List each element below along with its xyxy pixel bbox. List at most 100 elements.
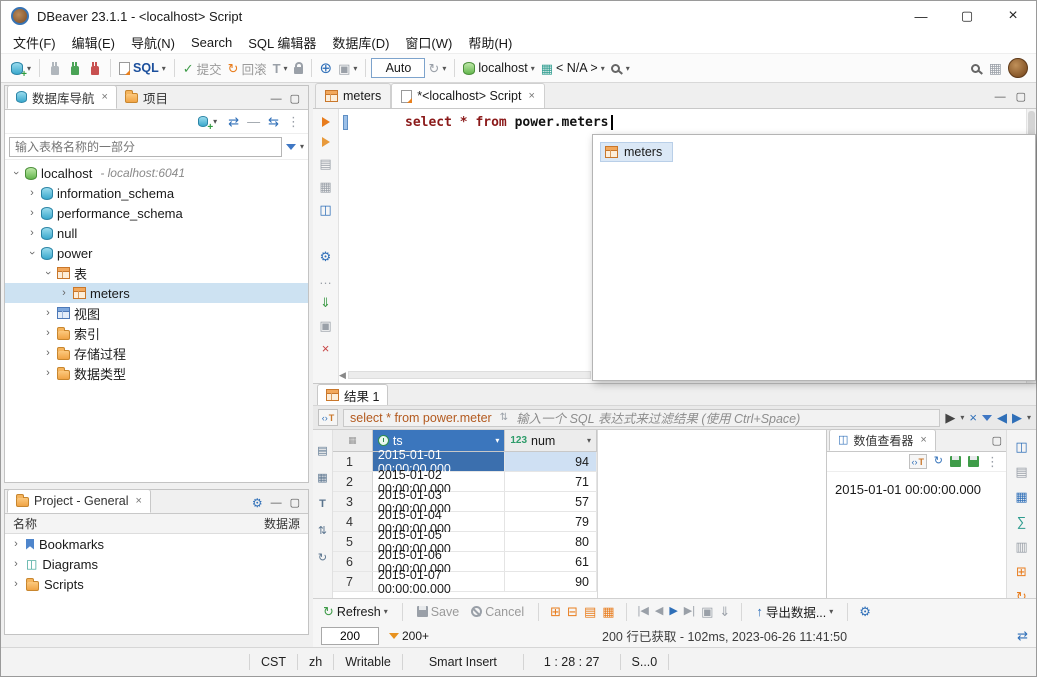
chevron-collapsed-icon[interactable]: ›: [27, 207, 37, 219]
tab-project-general[interactable]: Project - General ×: [7, 489, 151, 513]
chevron-collapsed-icon[interactable]: ›: [27, 227, 37, 239]
chevron-collapsed-icon[interactable]: ›: [27, 187, 37, 199]
chevron-collapsed-icon[interactable]: ›: [43, 327, 53, 339]
cell-num[interactable]: 71: [505, 472, 597, 491]
clear-filter-icon[interactable]: ×: [969, 411, 977, 424]
menu-file[interactable]: 文件(F): [5, 33, 64, 52]
tab-meters[interactable]: meters: [315, 83, 391, 108]
transaction-mode-button[interactable]: T ▾: [270, 60, 291, 77]
cell-ts[interactable]: 2015-01-07 00:00:00.000: [373, 572, 505, 591]
panel-maximize-icon[interactable]: ▢: [290, 92, 300, 105]
row-number[interactable]: 5: [333, 532, 373, 551]
execute-statement-icon[interactable]: [322, 117, 330, 127]
dropdown-icon[interactable]: ▾: [531, 64, 535, 73]
results-filter-input[interactable]: select * from power.meter ⇅ 输入一个 SQL 表达式…: [343, 409, 940, 427]
table-filter-input[interactable]: [9, 137, 282, 157]
commit-mode-combo[interactable]: Auto: [371, 58, 425, 78]
row-number[interactable]: 6: [333, 552, 373, 571]
menu-sql-editor[interactable]: SQL 编辑器: [240, 33, 324, 52]
task-indicator[interactable]: S...0: [621, 655, 669, 669]
cancel-button[interactable]: Cancel: [468, 603, 527, 621]
fetch-all-icon[interactable]: ⇓: [719, 605, 730, 618]
row-number[interactable]: 7: [333, 572, 373, 591]
tree-item-procedures-folder[interactable]: › 存储过程: [5, 343, 308, 363]
nav-view-menu-icon[interactable]: ⋮: [287, 115, 300, 128]
dropdown-icon[interactable]: ▾: [1027, 413, 1031, 422]
autocomplete-item-meters[interactable]: meters: [600, 142, 673, 162]
cell-num[interactable]: 90: [505, 572, 597, 591]
dropdown-icon[interactable]: ▾: [300, 142, 304, 151]
menu-database[interactable]: 数据库(D): [324, 33, 397, 52]
chevron-collapsed-icon[interactable]: ›: [43, 307, 53, 319]
cell-num[interactable]: 80: [505, 532, 597, 551]
column-datasource-header[interactable]: 数据源: [264, 515, 300, 532]
menu-search[interactable]: Search: [183, 35, 240, 50]
editor-horizontal-scrollbar[interactable]: ◀: [339, 369, 591, 381]
editor-minimize-icon[interactable]: —: [995, 91, 1006, 103]
execute-script-icon[interactable]: [322, 137, 330, 147]
row-number[interactable]: 2: [333, 472, 373, 491]
history-forward-icon[interactable]: ▶: [1012, 411, 1022, 424]
more-icon[interactable]: ⋮: [986, 455, 999, 468]
export-data-button[interactable]: ↑ 导出数据... ▾: [753, 600, 836, 623]
maximize-button[interactable]: ▢: [944, 1, 990, 31]
cell-num[interactable]: 57: [505, 492, 597, 511]
tree-item-tables-folder[interactable]: › 表: [5, 263, 308, 283]
text-mode-icon[interactable]: T: [319, 498, 326, 510]
tab-database-navigator[interactable]: 数据库导航 ×: [7, 85, 117, 109]
dropdown-icon[interactable]: ▾: [284, 64, 288, 73]
dropdown-icon[interactable]: ▾: [353, 64, 357, 73]
first-row-icon[interactable]: |◀: [638, 606, 649, 617]
value-viewer-content[interactable]: 2015-01-01 00:00:00.000: [827, 472, 1006, 598]
row-number[interactable]: 3: [333, 492, 373, 511]
gear-icon[interactable]: ⚙: [320, 250, 332, 263]
quick-search-button[interactable]: ▾: [608, 62, 633, 75]
dropdown-icon[interactable]: ▾: [626, 64, 630, 73]
menu-edit[interactable]: 编辑(E): [64, 33, 123, 52]
reconnect-button[interactable]: [65, 60, 85, 77]
connect-button[interactable]: [45, 60, 65, 77]
tree-item-meters[interactable]: › meters: [5, 283, 308, 303]
menu-navigate[interactable]: 导航(N): [123, 33, 183, 52]
chevron-collapsed-icon[interactable]: ›: [11, 538, 21, 550]
nav-link-editor-icon[interactable]: ⇆: [268, 115, 279, 128]
dropdown-icon[interactable]: ▾: [27, 64, 31, 73]
grid-corner-cell[interactable]: ▦: [333, 430, 373, 451]
nav-new-connection-button[interactable]: + ▾: [192, 112, 220, 131]
apply-filter-icon[interactable]: ▶: [945, 411, 955, 424]
gear-icon[interactable]: ⚙: [859, 605, 871, 618]
project-item-scripts[interactable]: › Scripts: [5, 574, 308, 594]
history-back-icon[interactable]: ◀: [997, 411, 1007, 424]
dropdown-icon[interactable]: ▾: [162, 64, 166, 73]
filter-funnel-icon[interactable]: [286, 144, 296, 150]
cell-num[interactable]: 61: [505, 552, 597, 571]
close-tab-icon[interactable]: ×: [135, 495, 141, 507]
project-item-diagrams[interactable]: › ◫ Diagrams: [5, 554, 308, 574]
compass-button[interactable]: ⊕: [317, 59, 336, 78]
insert-mode-indicator[interactable]: Smart Insert: [403, 655, 523, 669]
cursor-position-indicator[interactable]: 1 : 28 : 27: [524, 655, 620, 669]
move-row-up-icon[interactable]: ▤: [584, 605, 596, 618]
chevron-expanded-icon[interactable]: ›: [42, 268, 54, 278]
new-connection-button[interactable]: + ▾: [6, 59, 34, 78]
tree-item-datatypes-folder[interactable]: › 数据类型: [5, 363, 308, 383]
panel-maximize-icon[interactable]: ▢: [290, 496, 300, 509]
dropdown-icon[interactable]: ▾: [213, 117, 217, 126]
tree-item-information-schema[interactable]: › information_schema: [5, 183, 308, 203]
scroll-left-icon[interactable]: ◀: [339, 370, 346, 381]
refresh-button[interactable]: ↻ Refresh ▾: [320, 603, 391, 621]
next-row-icon[interactable]: ▶: [669, 606, 677, 617]
tab-value-viewer[interactable]: ◫ 数值查看器 ×: [829, 429, 936, 451]
explain-plan-icon[interactable]: ▤: [319, 157, 331, 170]
fetch-more-button[interactable]: 200+: [386, 627, 432, 645]
column-name-header[interactable]: 名称: [13, 515, 37, 532]
close-tab-icon[interactable]: ×: [920, 434, 926, 446]
panel-maximize-icon[interactable]: ▢: [992, 434, 1002, 447]
panel-minimize-icon[interactable]: —: [271, 497, 282, 509]
tree-item-views-folder[interactable]: › 视图: [5, 303, 308, 323]
menu-help[interactable]: 帮助(H): [460, 33, 520, 52]
toggle-panels-icon[interactable]: ⇅: [318, 524, 327, 537]
language-indicator[interactable]: zh: [298, 655, 333, 669]
filter-type-icon[interactable]: ‹›T: [318, 409, 338, 426]
disconnect-button[interactable]: [85, 60, 105, 77]
